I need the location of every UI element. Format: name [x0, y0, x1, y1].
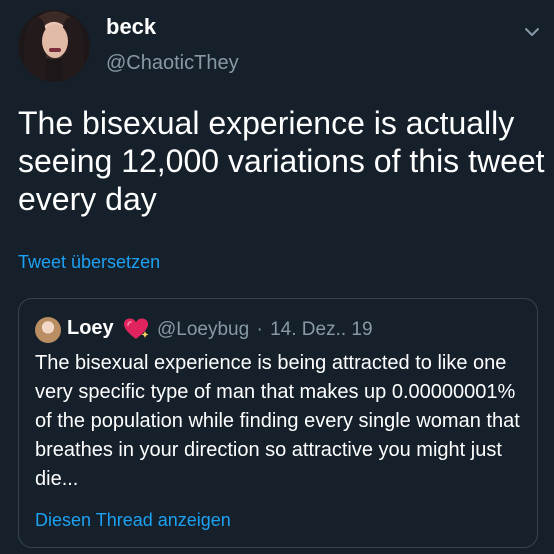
quoted-date: 14. Dez.. 19: [270, 319, 373, 340]
meta-separator: ·: [256, 319, 263, 340]
sparkling-heart-icon: [124, 318, 149, 339]
avatar-face: [42, 24, 68, 58]
quoted-author-avatar: [35, 317, 61, 343]
author-name[interactable]: beck: [106, 14, 156, 40]
chevron-down-icon[interactable]: [522, 22, 542, 42]
quoted-author-name: Loey: [67, 317, 114, 339]
quoted-tweet[interactable]: Loey @Loeybug · 14. Dez.. 19 The bisexua…: [18, 298, 538, 548]
tweet-text: The bisexual experience is actually seei…: [18, 105, 545, 217]
avatar-lips: [49, 48, 61, 52]
author-handle[interactable]: @ChaoticThey: [106, 52, 239, 75]
author-avatar[interactable]: [18, 10, 90, 82]
quoted-author-handle: @Loeybug: [157, 319, 250, 340]
avatar-hair-left: [24, 18, 46, 82]
translate-tweet-link[interactable]: Tweet übersetzen: [18, 252, 160, 273]
quoted-text: The bisexual experience is being attract…: [35, 352, 520, 490]
show-thread-link[interactable]: Diesen Thread anzeigen: [35, 510, 231, 531]
quoted-meta: @Loeybug · 14. Dez.. 19: [157, 319, 373, 341]
